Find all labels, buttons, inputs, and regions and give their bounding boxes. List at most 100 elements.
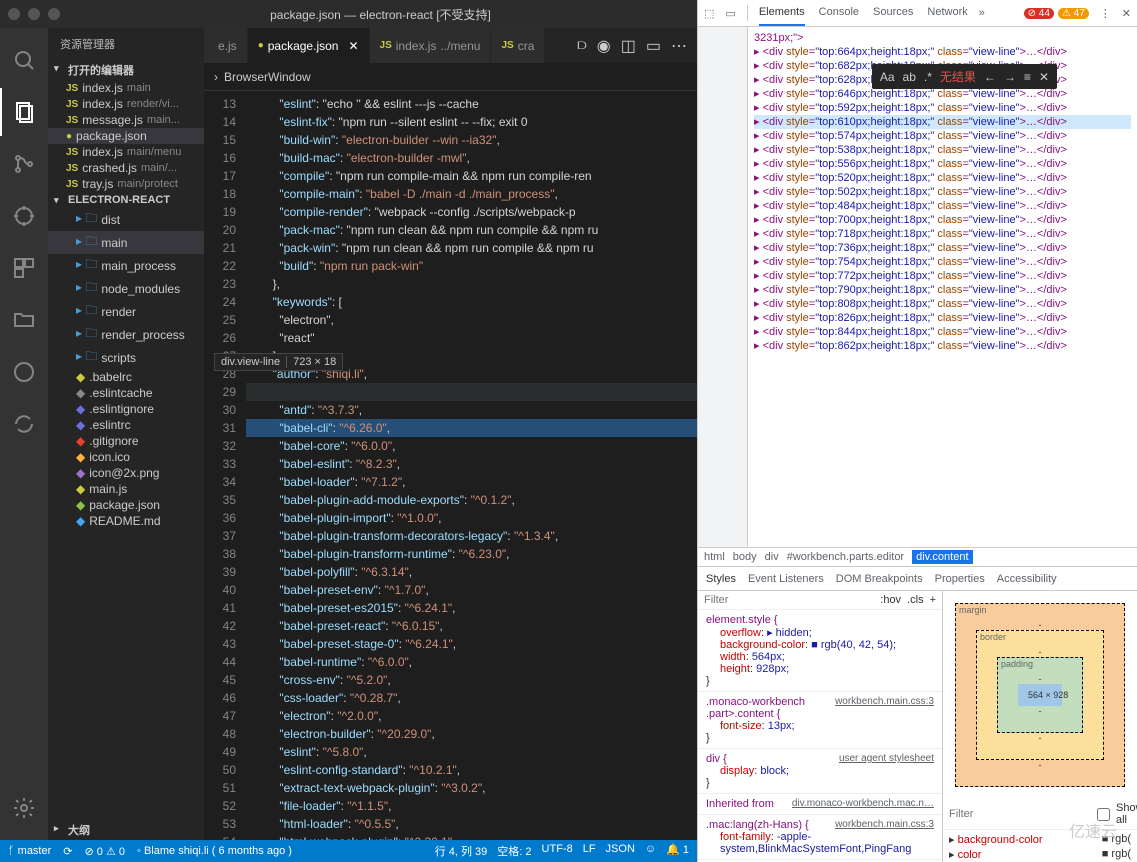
- breadcrumb-item[interactable]: html: [704, 551, 725, 563]
- open-editors-section[interactable]: 打开的编辑器: [48, 60, 204, 80]
- styles-subtab[interactable]: DOM Breakpoints: [836, 573, 923, 585]
- blame-status[interactable]: ◦ Blame shiqi.li ( 6 months ago ): [137, 845, 292, 857]
- split-icon[interactable]: ◫: [621, 36, 636, 56]
- hov-toggle[interactable]: :hov: [880, 594, 901, 606]
- styles-subtab[interactable]: Properties: [935, 573, 985, 585]
- code-line[interactable]: "compile-main": "babel -D ./main -d ./ma…: [246, 185, 697, 203]
- breadcrumb-item[interactable]: div.content: [912, 550, 972, 564]
- sync-status[interactable]: ⟳: [63, 845, 72, 858]
- css-rule[interactable]: element.style {overflow: ▸ hidden;backgr…: [698, 610, 942, 692]
- code-line[interactable]: "babel-runtime": "^6.0.0",: [246, 653, 697, 671]
- dom-node[interactable]: ▸ <div style="top:664px;height:18px;" cl…: [754, 45, 1131, 59]
- devtools-tab[interactable]: Network: [927, 0, 967, 26]
- branch-indicator[interactable]: ᚶ master: [8, 845, 51, 857]
- editor-tab[interactable]: e.js: [204, 28, 248, 63]
- code-line[interactable]: "compile-render": "webpack --config ./sc…: [246, 203, 697, 221]
- notification-icon[interactable]: 🔔 1: [666, 843, 689, 859]
- dom-node[interactable]: ▸ <div style="top:754px;height:18px;" cl…: [754, 255, 1131, 269]
- more-icon[interactable]: ⋯: [671, 36, 687, 56]
- warning-badge[interactable]: ⚠ 47: [1058, 8, 1089, 19]
- compare-icon[interactable]: ⫐: [577, 37, 586, 55]
- css-rule[interactable]: workbench.main.css:3.mac:lang(zh-Hans) {…: [698, 815, 942, 860]
- code-line[interactable]: "babel-loader": "^7.1.2",: [246, 473, 697, 491]
- styles-filter-input[interactable]: [704, 594, 874, 606]
- code-line[interactable]: "babel-plugin-add-module-exports": "^0.1…: [246, 491, 697, 509]
- dom-node[interactable]: ▸ <div style="top:646px;height:18px;" cl…: [754, 87, 1131, 101]
- editor-tab[interactable]: JSindex.js../menu: [370, 28, 492, 63]
- feedback-icon[interactable]: ☺: [645, 843, 656, 859]
- code-line[interactable]: },: [246, 275, 697, 293]
- code-line[interactable]: "babel-plugin-transform-runtime": "^6.23…: [246, 545, 697, 563]
- styles-subtab[interactable]: Styles: [706, 573, 736, 585]
- code-line[interactable]: "extract-text-webpack-plugin": "^3.0.2",: [246, 779, 697, 797]
- breadcrumb-item[interactable]: BrowserWindow: [224, 70, 311, 84]
- open-editor-item[interactable]: ●package.json: [48, 128, 204, 144]
- error-badge[interactable]: ⊘ 44: [1024, 8, 1054, 19]
- open-editor-item[interactable]: JScrashed.js main/...: [48, 160, 204, 176]
- code-line[interactable]: "react": [246, 329, 697, 347]
- project-section[interactable]: ELECTRON-REACT: [48, 192, 204, 208]
- css-rule[interactable]: user agent stylesheetdiv {display: block…: [698, 749, 942, 794]
- styles-subtab[interactable]: Event Listeners: [748, 573, 824, 585]
- code-line[interactable]: "eslint-config-standard": "^10.2.1",: [246, 761, 697, 779]
- cursor-position[interactable]: 行 4, 列 39: [435, 843, 488, 859]
- dom-node[interactable]: ▸ <div style="top:808px;height:18px;" cl…: [754, 297, 1131, 311]
- add-rule-icon[interactable]: +: [930, 594, 936, 606]
- computed-property[interactable]: ▸ background-color■ rgb(: [949, 832, 1131, 847]
- file-item[interactable]: ◆.eslintcache: [48, 385, 204, 401]
- computed-filter-input[interactable]: [949, 808, 1091, 820]
- code-line[interactable]: "babel-preset-es2015": "^6.24.1",: [246, 599, 697, 617]
- eol-status[interactable]: LF: [583, 843, 596, 859]
- styles-subtab[interactable]: Accessibility: [997, 573, 1057, 585]
- dom-node[interactable]: ▸ <div style="top:520px;height:18px;" cl…: [754, 171, 1131, 185]
- extensions-icon[interactable]: [0, 244, 48, 292]
- maximize-window-icon[interactable]: [48, 8, 60, 20]
- code-line[interactable]: "build-mac": "electron-builder -mwl",: [246, 149, 697, 167]
- code-line[interactable]: "babel-cli": "^6.26.0",: [246, 419, 697, 437]
- code-line[interactable]: "electron-builder": "^20.29.0",: [246, 725, 697, 743]
- file-item[interactable]: ◆icon.ico: [48, 449, 204, 465]
- code-line[interactable]: "eslint-fix": "npm run --silent eslint -…: [246, 113, 697, 131]
- code-line[interactable]: "babel-plugin-transform-decorators-legac…: [246, 527, 697, 545]
- code-area[interactable]: 1314151617181920212223242526272829303132…: [204, 91, 697, 840]
- computed-property[interactable]: ▸ color■ rgb(: [949, 847, 1131, 862]
- show-all-checkbox[interactable]: [1097, 808, 1110, 821]
- devtools-tab[interactable]: Elements: [759, 0, 805, 26]
- devtools-menu-icon[interactable]: ⋮: [1100, 7, 1111, 20]
- open-editor-item[interactable]: JSindex.js main: [48, 80, 204, 96]
- dom-node[interactable]: ▸ <div style="top:538px;height:18px;" cl…: [754, 143, 1131, 157]
- breadcrumb-item[interactable]: body: [733, 551, 757, 563]
- code-line[interactable]: "keywords": [: [246, 293, 697, 311]
- file-item[interactable]: ◆.eslintrc: [48, 417, 204, 433]
- dom-node[interactable]: ▸ <div style="top:862px;height:18px;" cl…: [754, 339, 1131, 353]
- dom-node[interactable]: ▸ <div style="top:826px;height:18px;" cl…: [754, 311, 1131, 325]
- code-line[interactable]: "babel-preset-stage-0": "^6.24.1",: [246, 635, 697, 653]
- file-item[interactable]: ◆README.md: [48, 513, 204, 529]
- dom-node[interactable]: ▸ <div style="top:556px;height:18px;" cl…: [754, 157, 1131, 171]
- inspect-icon[interactable]: ⬚: [704, 7, 714, 20]
- file-item[interactable]: ◆.eslintignore: [48, 401, 204, 417]
- database-icon[interactable]: [0, 348, 48, 396]
- dom-node[interactable]: ▸ <div style="top:502px;height:18px;" cl…: [754, 185, 1131, 199]
- minimize-window-icon[interactable]: [28, 8, 40, 20]
- code-line[interactable]: "babel-polyfill": "^6.3.14",: [246, 563, 697, 581]
- code-line[interactable]: "antd": "^3.7.3",: [246, 401, 697, 419]
- cls-toggle[interactable]: .cls: [907, 594, 924, 606]
- debug-icon[interactable]: [0, 192, 48, 240]
- computed-list[interactable]: ▸ background-color■ rgb(▸ color■ rgb(▸ d…: [943, 830, 1137, 862]
- folder-item[interactable]: ▸ 🗀scripts: [48, 346, 204, 369]
- code-line[interactable]: "cross-env": "^5.2.0",: [246, 671, 697, 689]
- book-icon[interactable]: ▭: [646, 36, 661, 56]
- dom-tree[interactable]: 3231px;">▸ <div style="top:664px;height:…: [748, 27, 1137, 547]
- encoding-status[interactable]: UTF-8: [542, 843, 573, 859]
- code-line[interactable]: "babel-plugin-import": "^1.0.0",: [246, 509, 697, 527]
- editor-tab[interactable]: ●package.json✕: [248, 28, 370, 63]
- open-editor-item[interactable]: JSindex.js render/vi...: [48, 96, 204, 112]
- code-line[interactable]: "eslint": "echo '' && eslint ---js --cac…: [246, 95, 697, 113]
- code-line[interactable]: "babel-preset-react": "^6.0.15",: [246, 617, 697, 635]
- code-line[interactable]: "build-win": "electron-builder --win --i…: [246, 131, 697, 149]
- dom-node[interactable]: ▸ <div style="top:610px;height:18px;" cl…: [754, 115, 1131, 129]
- code-content[interactable]: "eslint": "echo '' && eslint ---js --cac…: [246, 91, 697, 840]
- code-line[interactable]: "html-loader": "^0.5.5",: [246, 815, 697, 833]
- file-item[interactable]: ◆main.js: [48, 481, 204, 497]
